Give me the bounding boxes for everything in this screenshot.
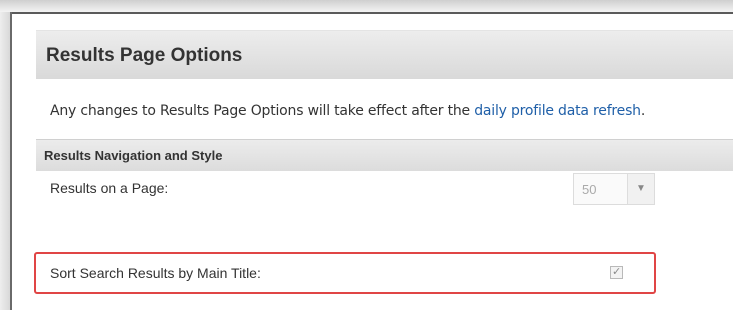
window-shadow: [0, 0, 10, 310]
window-top-line: [12, 12, 733, 14]
refresh-notice: Any changes to Results Page Options will…: [50, 103, 645, 119]
chevron-down-icon: ▼: [636, 183, 646, 194]
notice-period: .: [640, 103, 646, 119]
results-per-page-select[interactable]: 50 ▼: [573, 173, 655, 205]
daily-profile-refresh-link[interactable]: daily profile data refresh: [474, 103, 641, 119]
screenshot-frame: Results Page Options Any changes to Resu…: [0, 0, 733, 310]
window-top-edge: [0, 0, 733, 12]
check-icon: ✓: [612, 266, 622, 278]
panel-header: Results Page Options: [36, 30, 733, 79]
sort-by-title-label: Sort Search Results by Main Title:: [50, 265, 261, 281]
sort-by-title-checkbox[interactable]: ✓: [610, 266, 623, 279]
results-per-page-label: Results on a Page:: [50, 180, 169, 196]
notice-text: Any changes to Results Page Options will…: [50, 103, 475, 119]
panel-title: Results Page Options: [46, 45, 243, 66]
results-per-page-value: 50: [582, 182, 597, 197]
section-title: Results Navigation and Style: [44, 148, 223, 163]
dropdown-button[interactable]: ▼: [627, 174, 654, 204]
section-header-navigation-style: Results Navigation and Style: [36, 139, 733, 171]
window-left-line: [10, 12, 12, 310]
